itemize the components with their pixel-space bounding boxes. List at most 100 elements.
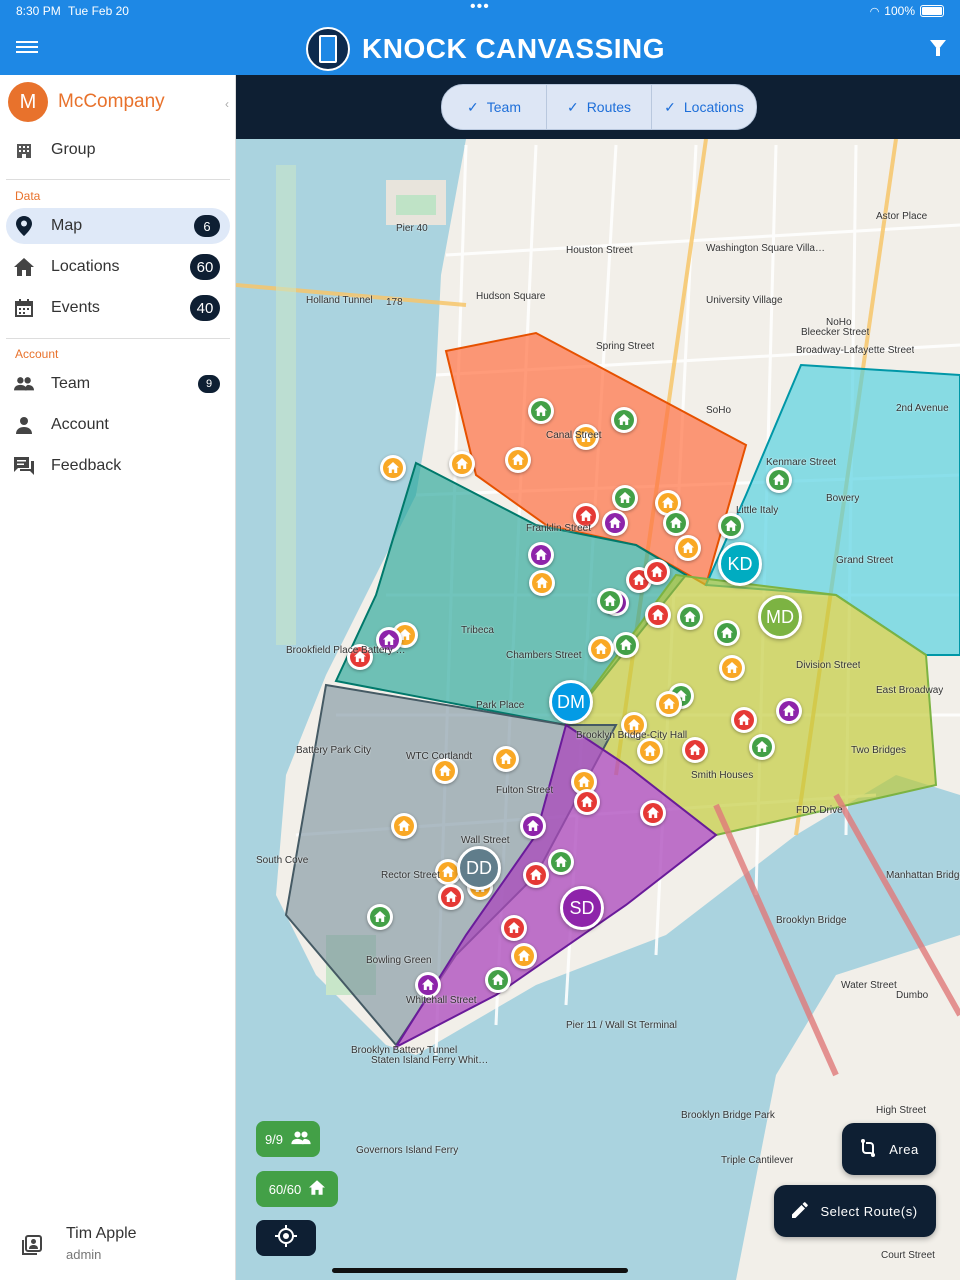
location-pin-icon[interactable] [528,398,554,424]
location-pin-icon[interactable] [675,535,701,561]
location-pin-icon[interactable] [505,447,531,473]
location-pin-icon[interactable] [663,510,689,536]
sidebar-item-events[interactable]: Events 40 [6,290,230,326]
map-label: Dumbo [896,990,929,1001]
location-pin-icon[interactable] [602,510,628,536]
sidebar-item-label: Group [51,141,96,158]
location-pin-icon[interactable] [766,467,792,493]
locations-visible-chip[interactable]: 60/60 [256,1171,338,1207]
location-pin-icon[interactable] [548,849,574,875]
location-pin-icon[interactable] [597,588,623,614]
location-pin-icon[interactable] [511,943,537,969]
map-label: Triple Cantilever [721,1155,794,1166]
location-pin-icon[interactable] [644,559,670,585]
filter-label: Routes [586,99,632,115]
location-pin-icon[interactable] [588,636,614,662]
app-bar: 8:30 PM Tue Feb 20 ••• ◠ 100% KNOCK CANV… [0,0,960,75]
map-label: Grand Street [836,555,894,566]
multitask-dots-icon[interactable]: ••• [470,0,490,16]
location-pin-icon[interactable] [493,746,519,772]
home-icon [14,257,34,277]
filter-label: Team [486,99,521,115]
collapse-sidebar-icon[interactable]: ‹ [225,97,229,111]
location-pin-icon[interactable] [449,451,475,477]
location-pin-icon[interactable] [529,570,555,596]
location-pin-icon[interactable] [776,698,802,724]
company-header[interactable]: M McCompany [8,82,165,122]
sidebar: M McCompany ‹ Group Data Map 6 Locations… [0,75,236,1280]
count-badge: 60 [190,254,220,280]
sidebar-item-team[interactable]: Team 9 [6,366,230,402]
map-label: Bowery [826,493,860,504]
location-pin-icon[interactable] [718,513,744,539]
location-pin-icon[interactable] [613,632,639,658]
location-pin-icon[interactable] [749,734,775,760]
sidebar-item-map[interactable]: Map 6 [6,208,230,244]
home-indicator [332,1268,628,1273]
location-pin-icon[interactable] [501,915,527,941]
map-label: Manhattan Bridge [886,870,960,881]
location-pin-icon[interactable] [640,800,666,826]
hamburger-menu-icon[interactable] [16,38,38,56]
select-routes-button[interactable]: Select Route(s) [774,1185,936,1237]
map-label: Pier 40 [396,223,428,234]
user-name: Tim Apple [66,1225,137,1242]
sidebar-item-account[interactable]: Account [6,407,230,443]
filter-routes-toggle[interactable]: ✓ Routes [547,85,652,129]
area-route-icon [859,1138,877,1161]
crosshair-icon [275,1224,297,1252]
location-pin-icon[interactable] [677,604,703,630]
map-label: South Cove [256,855,309,866]
filter-label: Locations [683,99,744,115]
location-pin-icon[interactable] [656,691,682,717]
location-pin-icon[interactable] [637,738,663,764]
sidebar-item-label: Team [51,375,91,392]
map-label: Pier 11 / Wall St Terminal [566,1020,677,1031]
team-member-marker[interactable]: MD [758,595,802,639]
filter-team-toggle[interactable]: ✓ Team [442,85,547,129]
chip-count: 60/60 [268,1181,302,1197]
location-pin-icon[interactable] [719,655,745,681]
team-member-marker[interactable]: DD [457,846,501,890]
sidebar-item-feedback[interactable]: Feedback [6,448,230,484]
company-avatar: M [8,82,48,122]
location-pin-icon[interactable] [645,602,671,628]
map-label: University Village [706,295,783,306]
map-label: East Broadway [876,685,944,696]
map-label: Governors Island Ferry [356,1145,459,1156]
team-visible-chip[interactable]: 9/9 [256,1121,320,1157]
map-label: Canal Street [546,430,602,441]
location-pin-icon[interactable] [611,407,637,433]
map-label: Brooklyn Battery Tunnel [351,1045,458,1056]
location-pin-icon[interactable] [520,813,546,839]
location-pin-icon[interactable] [485,967,511,993]
location-pin-icon[interactable] [438,884,464,910]
location-pin-icon[interactable] [574,789,600,815]
filter-icon[interactable] [930,40,946,56]
user-profile[interactable]: Tim Apple admin [22,1225,137,1262]
filter-locations-toggle[interactable]: ✓ Locations [652,85,756,129]
location-pin-icon[interactable] [367,904,393,930]
map-label: Court Street [881,1250,935,1261]
team-member-marker[interactable]: DM [549,680,593,724]
team-member-marker[interactable]: KD [718,542,762,586]
sidebar-item-group[interactable]: Group [6,132,230,168]
location-pin-icon[interactable] [380,455,406,481]
map-view[interactable]: KD MD DM DD SD Pier 40 Holland Tunnel 178 Hudson… [236,75,960,1280]
location-pin-icon[interactable] [391,813,417,839]
map-label: Brooklyn Bridge Park [681,1110,775,1121]
location-pin-icon[interactable] [528,542,554,568]
map-label: Washington Square Village [706,243,826,254]
my-location-button[interactable] [256,1220,316,1256]
location-pin-icon[interactable] [731,707,757,733]
sidebar-item-label: Feedback [51,457,122,474]
sidebar-item-locations[interactable]: Locations 60 [6,249,230,285]
people-icon [291,1130,311,1148]
location-pin-icon[interactable] [523,862,549,888]
location-pin-icon[interactable] [612,485,638,511]
section-label-account: Account [15,347,59,361]
team-member-marker[interactable]: SD [560,886,604,930]
location-pin-icon[interactable] [714,620,740,646]
area-button[interactable]: Area [842,1123,936,1175]
count-badge: 9 [198,375,220,393]
